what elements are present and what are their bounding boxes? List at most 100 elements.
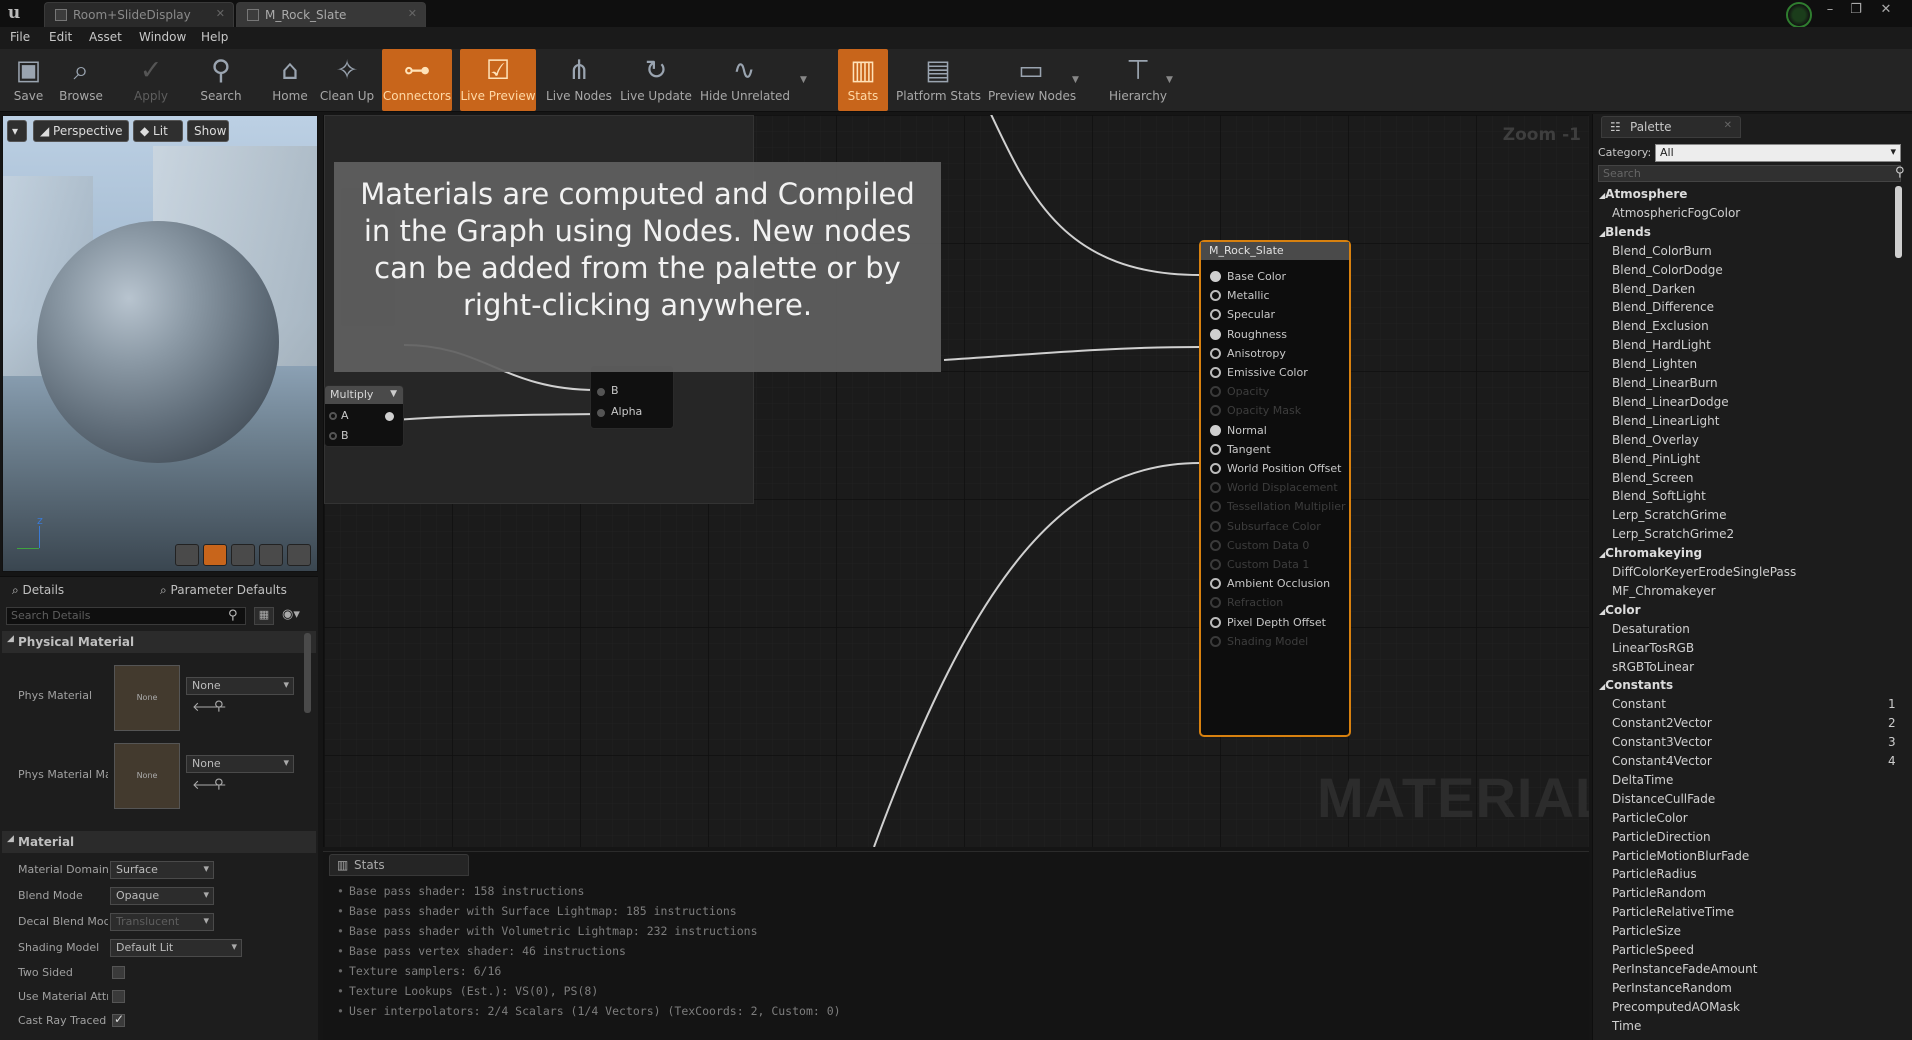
eye-icon[interactable]: ◉▾ xyxy=(282,607,300,622)
palette-item[interactable]: ParticleColor xyxy=(1612,811,1688,825)
decal-blend-mode-combo[interactable]: Translucent xyxy=(110,913,214,931)
palette-item[interactable]: DeltaTime xyxy=(1612,773,1673,787)
menu-help[interactable]: Help xyxy=(201,30,228,44)
minimize-icon[interactable]: – xyxy=(1818,1,1842,19)
preview-plane-button[interactable] xyxy=(231,544,255,566)
platform-stats-button[interactable]: ▤ Platform Stats xyxy=(896,49,981,111)
save-button[interactable]: ▣ Save xyxy=(6,49,51,111)
section-physical-material[interactable]: ◢ Physical Material xyxy=(2,631,316,653)
tab-stats[interactable]: ▥ Stats xyxy=(329,854,469,876)
use-material-attributes-checkbox[interactable] xyxy=(112,990,125,1003)
material-result-node[interactable]: M_Rock_Slate Base Color Metallic Specular R… xyxy=(1199,240,1351,737)
browse-search-icon[interactable]: ⚲ xyxy=(214,699,224,714)
shading-model-combo[interactable]: Default Lit xyxy=(110,939,242,957)
phys-material-mask-thumbnail[interactable]: None xyxy=(114,743,180,809)
palette-item[interactable]: Blend_Exclusion xyxy=(1612,319,1709,333)
restore-icon[interactable]: ❐ xyxy=(1844,1,1868,19)
palette-item[interactable]: PrecomputedAOMask xyxy=(1612,1000,1740,1014)
hierarchy-button[interactable]: ⊤ Hierarchy xyxy=(1108,49,1168,111)
palette-item[interactable]: Blend_LinearDodge xyxy=(1612,395,1729,409)
material-pin-dot[interactable] xyxy=(1210,328,1221,340)
palette-item[interactable]: Lerp_ScratchGrime2 xyxy=(1612,527,1734,541)
palette-item[interactable]: PerInstanceRandom xyxy=(1612,981,1732,995)
palette-item[interactable]: Blend_LinearBurn xyxy=(1612,376,1718,390)
material-pin-dot[interactable] xyxy=(1210,463,1221,474)
palette-item[interactable]: ParticleSize xyxy=(1612,924,1681,938)
show-button[interactable]: Show xyxy=(187,120,229,142)
tab-details[interactable]: ⌕ Details xyxy=(12,579,162,601)
cast-ray-traced-shadows-checkbox[interactable] xyxy=(112,1012,125,1027)
palette-category[interactable]: ◢Blends xyxy=(1599,225,1651,239)
palette-item[interactable]: Blend_Screen xyxy=(1612,471,1693,485)
palette-item[interactable]: Time xyxy=(1612,1019,1641,1033)
tab-m-rock-slate[interactable]: M_Rock_Slate ✕ xyxy=(236,2,426,27)
preview-cylinder-button[interactable] xyxy=(175,544,199,566)
hide-unrelated-dropdown-icon[interactable]: ▼ xyxy=(800,75,807,85)
source-control-icon[interactable] xyxy=(1786,2,1812,28)
material-pin-dot[interactable] xyxy=(1210,443,1221,455)
browse-button[interactable]: ⌕ Browse xyxy=(56,49,106,111)
palette-item[interactable]: ParticleRelativeTime xyxy=(1612,905,1734,919)
palette-item[interactable]: ParticleRandom xyxy=(1612,886,1706,900)
phys-material-thumbnail[interactable]: None xyxy=(114,665,180,731)
tab-palette[interactable]: ☷ Palette ✕ xyxy=(1601,116,1741,138)
palette-item[interactable]: PerInstanceFadeAmount xyxy=(1612,962,1757,976)
material-pin-dot[interactable] xyxy=(1210,309,1221,321)
palette-item[interactable]: DiffColorKeyerErodeSinglePass xyxy=(1612,565,1796,579)
palette-item[interactable]: MF_Chromakeyer xyxy=(1612,584,1716,598)
menu-file[interactable]: File xyxy=(10,30,30,44)
palette-item[interactable]: Blend_PinLight xyxy=(1612,452,1700,466)
hierarchy-dropdown-icon[interactable]: ▼ xyxy=(1166,75,1173,85)
lit-button[interactable]: ◆ Lit xyxy=(133,120,183,142)
palette-item[interactable]: Constant3Vector 3 xyxy=(1612,735,1896,749)
lerp-alpha-pin[interactable] xyxy=(597,409,605,417)
live-preview-button[interactable]: ☑ Live Preview xyxy=(460,49,536,111)
material-domain-combo[interactable]: Surface xyxy=(110,861,214,879)
home-button[interactable]: ⌂ Home xyxy=(268,49,312,111)
clean-up-button[interactable]: ✧ Clean Up xyxy=(318,49,376,111)
viewport-options-dropdown[interactable]: ▾ xyxy=(7,120,27,142)
palette-item[interactable]: AtmosphericFogColor xyxy=(1612,206,1740,220)
palette-item[interactable]: LinearTosRGB xyxy=(1612,641,1694,655)
palette-item[interactable]: Blend_LinearLight xyxy=(1612,414,1719,428)
lerp-node[interactable]: B Alpha xyxy=(590,365,674,429)
live-nodes-button[interactable]: ⋔ Live Nodes xyxy=(544,49,614,111)
palette-item[interactable]: Blend_ColorBurn xyxy=(1612,244,1712,258)
material-pin-dot[interactable] xyxy=(1210,290,1221,302)
palette-item[interactable]: Blend_Lighten xyxy=(1612,357,1697,371)
multiply-output-pin[interactable] xyxy=(385,412,394,421)
lerp-b-pin[interactable] xyxy=(597,388,605,396)
palette-item[interactable]: ParticleRadius xyxy=(1612,867,1697,881)
section-material[interactable]: ◢ Material xyxy=(2,831,316,853)
details-scrollbar[interactable] xyxy=(304,633,311,713)
menu-asset[interactable]: Asset xyxy=(89,30,122,44)
apply-button[interactable]: ✓ Apply xyxy=(128,49,174,111)
material-pin-dot[interactable] xyxy=(1210,347,1221,359)
palette-item[interactable]: ParticleSpeed xyxy=(1612,943,1694,957)
palette-item[interactable]: sRGBToLinear xyxy=(1612,660,1694,674)
palette-item[interactable]: Constant 1 xyxy=(1612,697,1896,711)
palette-category[interactable]: ◢Constants xyxy=(1599,678,1673,692)
menu-edit[interactable]: Edit xyxy=(49,30,72,44)
preview-nodes-dropdown-icon[interactable]: ▼ xyxy=(1072,75,1079,85)
material-pin-dot[interactable] xyxy=(1210,367,1221,378)
palette-search-input[interactable]: Search xyxy=(1598,165,1901,182)
multiply-node[interactable]: Multiply ▼ A B xyxy=(324,385,404,447)
close-icon[interactable]: ✕ xyxy=(1724,120,1732,131)
stats-button[interactable]: ▥ Stats xyxy=(838,49,888,111)
palette-item[interactable]: Lerp_ScratchGrime xyxy=(1612,508,1726,522)
close-icon[interactable]: ✕ xyxy=(216,7,225,20)
palette-item[interactable]: Desaturation xyxy=(1612,622,1690,636)
connectors-button[interactable]: ⊶ Connectors xyxy=(382,49,452,111)
blend-mode-combo[interactable]: Opaque xyxy=(110,887,214,905)
preview-nodes-button[interactable]: ▭ Preview Nodes xyxy=(988,49,1076,111)
close-window-icon[interactable]: ✕ xyxy=(1874,1,1898,19)
preview-sphere-button[interactable] xyxy=(203,544,227,566)
preview-custom-mesh-button[interactable] xyxy=(287,544,311,566)
palette-item[interactable]: Blend_ColorDodge xyxy=(1612,263,1723,277)
close-icon[interactable]: ✕ xyxy=(408,7,417,20)
palette-category[interactable]: ◢Color xyxy=(1599,603,1640,617)
phys-material-combo[interactable]: None xyxy=(186,677,294,695)
multiply-a-pin[interactable] xyxy=(329,412,337,420)
multiply-b-pin[interactable] xyxy=(329,432,337,440)
